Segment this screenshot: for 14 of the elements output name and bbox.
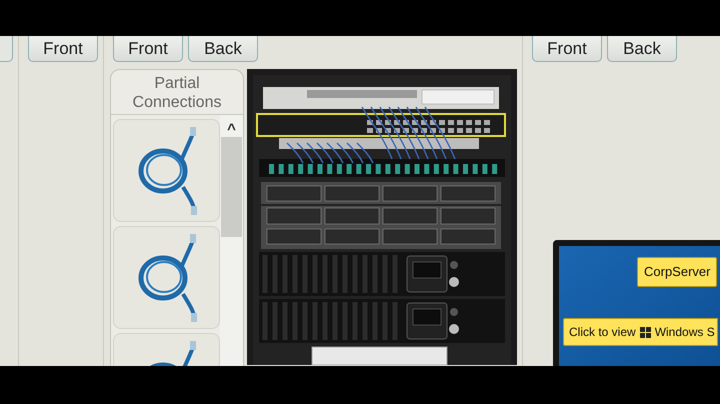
server-rack-drawing[interactable] [247,69,517,365]
view-tab[interactable]: Back [188,36,258,62]
view-tab[interactable]: Back [607,36,677,62]
scroll-thumb[interactable] [221,137,242,237]
monitor-screen[interactable]: CorpServer Click to view Windows S [553,240,720,366]
scroll-up-button[interactable]: ^ [220,115,243,137]
cable-card[interactable] [113,119,220,222]
cable-card[interactable] [113,226,220,329]
view-tab[interactable]: Front [28,36,98,62]
view-tab[interactable]: Front [113,36,183,62]
view-desktop-button[interactable]: Click to view Windows S [563,318,718,346]
view-tab[interactable]: Front [532,36,602,62]
windows-logo-icon [640,326,651,338]
server-name-label: CorpServer [637,257,718,286]
